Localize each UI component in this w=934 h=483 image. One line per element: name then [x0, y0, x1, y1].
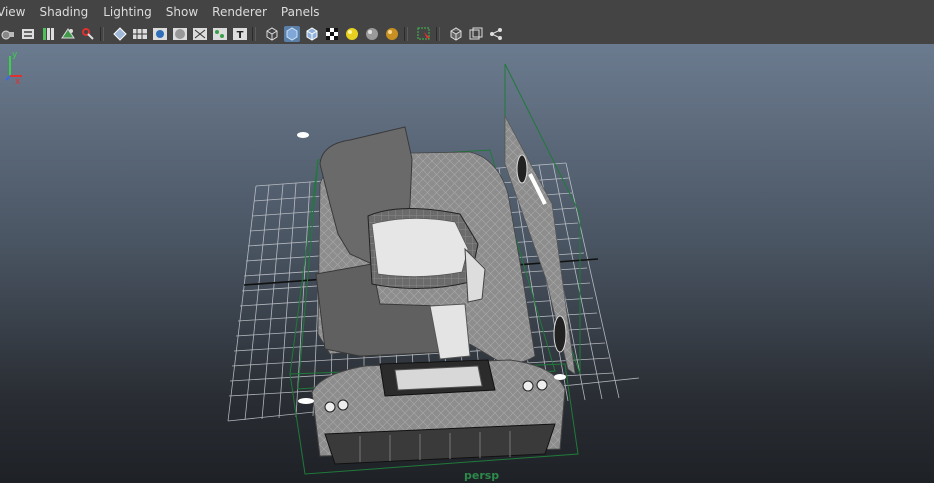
textured-icon[interactable] [324, 26, 340, 42]
camera-name-label: persp [464, 469, 500, 482]
resolution-gate-icon[interactable] [172, 26, 188, 42]
gate-mask-icon[interactable] [192, 26, 208, 42]
screen-space-ao-icon[interactable] [384, 26, 400, 42]
grease-pencil-icon[interactable] [112, 26, 128, 42]
xray-icon[interactable] [448, 26, 464, 42]
motion-blur-icon[interactable] [488, 26, 504, 42]
use-all-lights-icon[interactable] [344, 26, 360, 42]
field-chart-icon[interactable] [212, 26, 228, 42]
menu-show[interactable]: Show [166, 0, 212, 24]
shadows-icon[interactable] [364, 26, 380, 42]
axis-x-label: x [15, 77, 21, 84]
maya-viewport-panel: { "menu": [ {"id": "view", "label": "Vie… [0, 0, 934, 483]
safe-action-icon[interactable]: T [232, 26, 248, 42]
smooth-shade-icon[interactable] [284, 26, 300, 42]
toolbar-separator [436, 27, 440, 41]
menu-lighting[interactable]: Lighting [103, 0, 166, 24]
grid-icon[interactable] [132, 26, 148, 42]
svg-text:T: T [237, 30, 244, 41]
film-gate-icon[interactable] [152, 26, 168, 42]
menu-renderer[interactable]: Renderer [212, 0, 281, 24]
axis-y-label: y [12, 50, 18, 60]
toolbar-separator [404, 27, 408, 41]
select-camera-icon[interactable] [0, 26, 16, 42]
scene-render [227, 63, 640, 475]
menu-view[interactable]: View [0, 0, 39, 24]
image-plane-icon[interactable] [60, 26, 76, 42]
panel-toolbar: T [0, 24, 934, 44]
view-axis-gizmo: y x [5, 50, 22, 84]
menu-panels[interactable]: Panels [281, 0, 329, 24]
perspective-viewport[interactable]: persp y x [0, 44, 934, 483]
isolate-select-icon[interactable] [416, 26, 432, 42]
wireframe-icon[interactable] [264, 26, 280, 42]
wireframe-on-shaded-icon[interactable] [304, 26, 320, 42]
menu-shading[interactable]: Shading [39, 0, 103, 24]
bookmarks-icon[interactable] [40, 26, 56, 42]
two-d-pan-zoom-icon[interactable] [80, 26, 96, 42]
toolbar-separator [100, 27, 104, 41]
camera-attributes-icon[interactable] [20, 26, 36, 42]
toolbar-separator [252, 27, 256, 41]
panel-menu-bar: View Shading Lighting Show Renderer Pane… [0, 0, 934, 24]
xray-joints-icon[interactable] [468, 26, 484, 42]
